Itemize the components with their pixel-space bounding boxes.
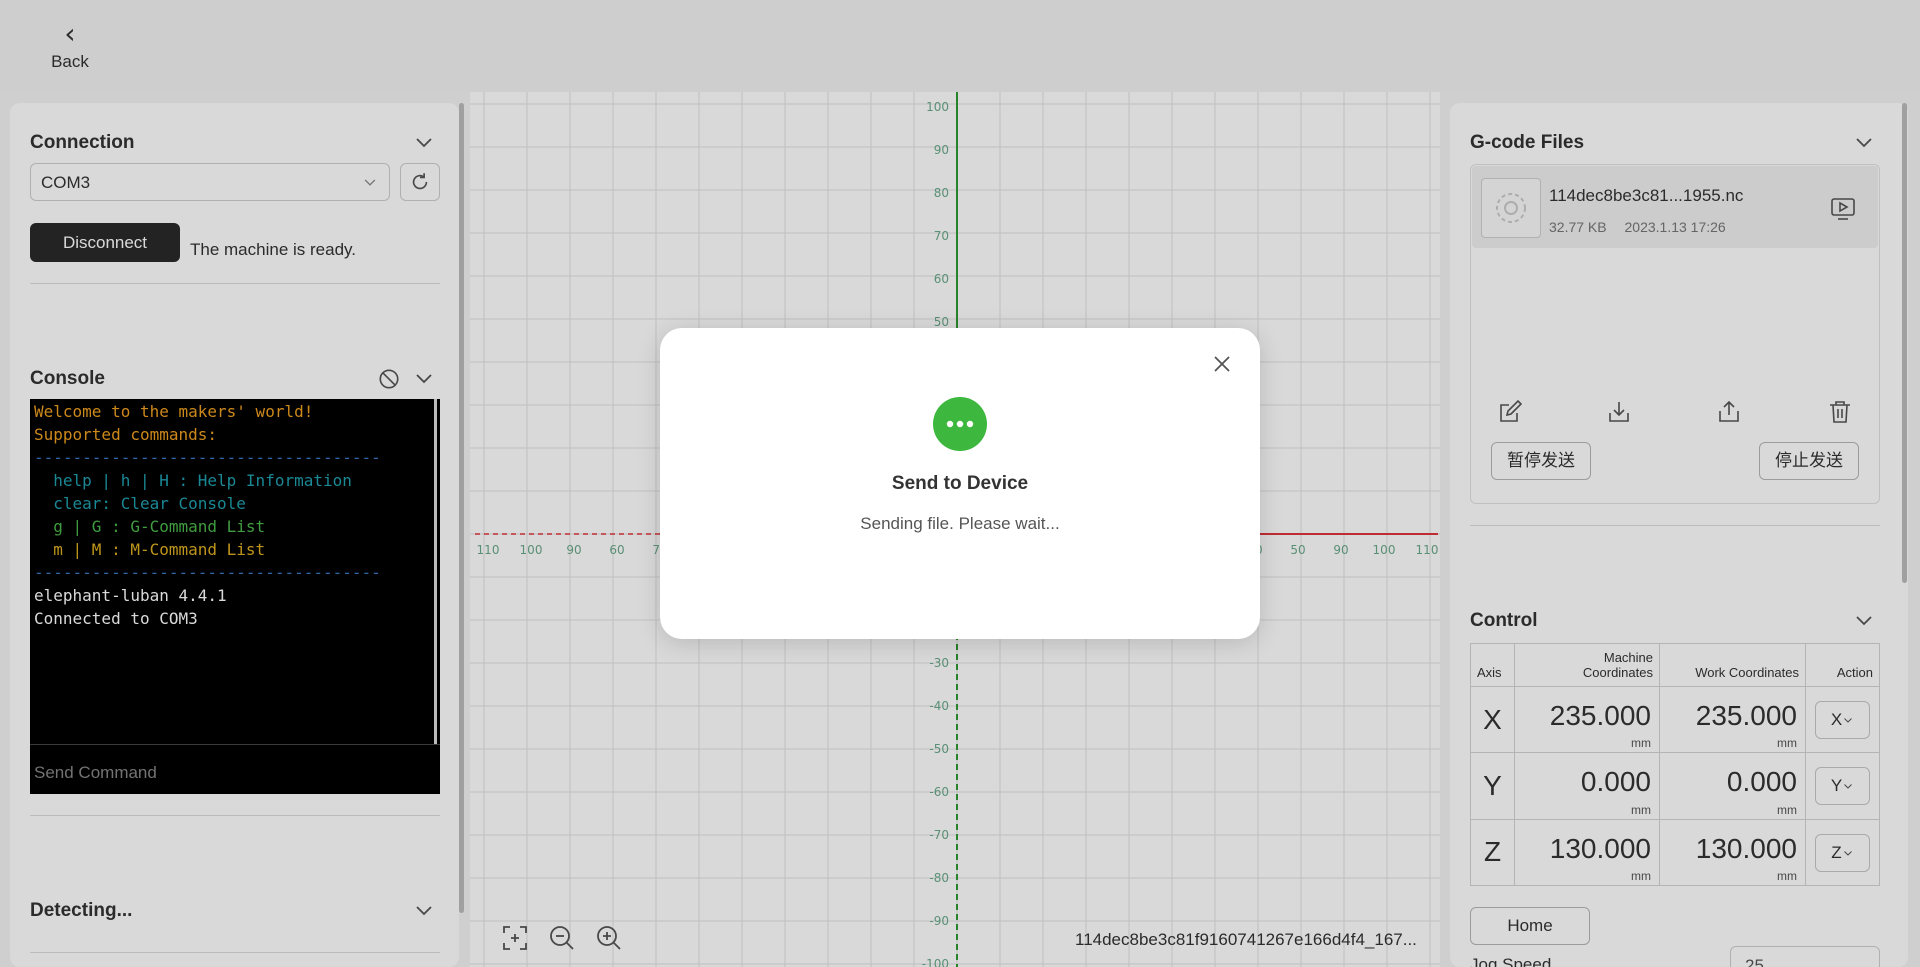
- close-icon[interactable]: [1210, 352, 1234, 376]
- progress-dots-icon: [933, 397, 987, 451]
- dialog-message: Sending file. Please wait...: [860, 514, 1060, 533]
- send-to-device-dialog: Send to Device Sending file. Please wait…: [660, 328, 1260, 639]
- dialog-title: Send to Device: [891, 473, 1029, 494]
